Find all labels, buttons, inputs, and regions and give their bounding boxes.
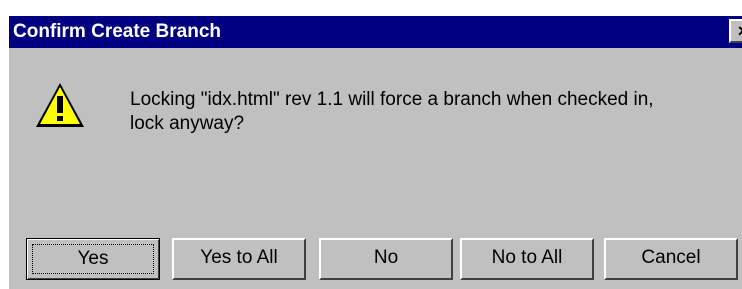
no-to-all-button[interactable]: No to All bbox=[460, 238, 594, 280]
cancel-button[interactable]: Cancel bbox=[604, 238, 738, 280]
no-button[interactable]: No bbox=[319, 238, 453, 280]
message-line-2: lock anyway? bbox=[130, 113, 245, 134]
yes-to-all-button[interactable]: Yes to All bbox=[172, 238, 306, 280]
title-bar[interactable]: Confirm Create Branch × bbox=[9, 16, 742, 48]
message-line-1: Locking "idx.html" rev 1.1 will force a … bbox=[130, 89, 654, 110]
desktop-left-edge bbox=[0, 0, 9, 289]
message-text: Locking "idx.html" rev 1.1 will force a … bbox=[130, 88, 730, 136]
desktop-top-edge bbox=[0, 0, 742, 16]
warning-icon bbox=[36, 83, 84, 127]
confirm-dialog: Confirm Create Branch × Locking "idx.htm… bbox=[0, 0, 742, 289]
close-button[interactable]: × bbox=[729, 19, 742, 43]
close-icon: × bbox=[738, 21, 742, 41]
window-title: Confirm Create Branch bbox=[13, 21, 221, 42]
yes-button[interactable]: Yes bbox=[26, 238, 160, 280]
yes-button-label: Yes bbox=[32, 244, 154, 274]
